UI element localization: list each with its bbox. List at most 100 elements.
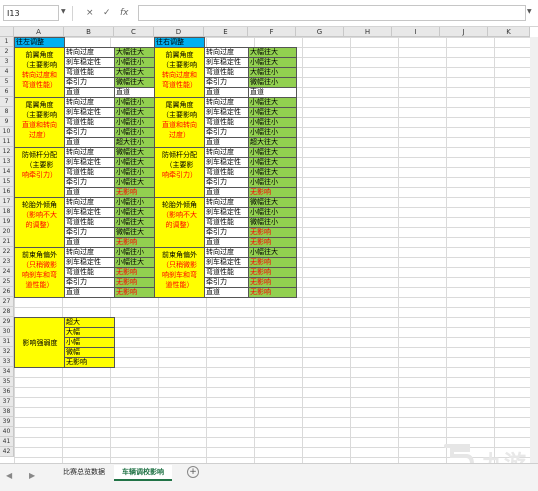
legend-level-cell[interactable]: 无影响 — [64, 357, 115, 368]
setting-title-line: 防倾杆分配 — [22, 151, 57, 159]
row-header[interactable]: 9 — [0, 117, 14, 127]
row-header[interactable]: 12 — [0, 147, 14, 157]
row-header[interactable]: 31 — [0, 337, 14, 347]
next-sheet-icon[interactable]: ▶ — [29, 471, 35, 480]
row-header[interactable]: 40 — [0, 427, 14, 437]
left-setting-cell[interactable]: 轮胎外倾角 （影响不大 的调整） — [14, 197, 65, 248]
right-setting-cell[interactable]: 防倾杆分配 （主要影 响牵引力） — [154, 147, 205, 198]
row-header[interactable]: 34 — [0, 367, 14, 377]
row-header[interactable]: 28 — [0, 307, 14, 317]
setting-title-line: 前束角偏外 — [162, 251, 197, 259]
setting-effect-line: 转向过度和 — [22, 71, 57, 79]
spreadsheet-grid[interactable]: ABCDEFGHIJK 1 2 3 4 5 6 7 8 9 10 11 12 13 14 15 16 17 18 1… — [0, 27, 538, 463]
item-cell[interactable]: 直道 — [204, 287, 249, 298]
row-header[interactable]: 11 — [0, 137, 14, 147]
setting-effect-line: 响牵引力） — [22, 171, 57, 179]
row-header[interactable]: 24 — [0, 267, 14, 277]
setting-effect-line: 直道和转向 — [162, 121, 197, 129]
row-header[interactable]: 35 — [0, 377, 14, 387]
right-setting-cell[interactable]: 尾翼角度 （主要影响 直道和转向 过度） — [154, 97, 205, 148]
name-box[interactable]: I13 — [3, 5, 59, 21]
insert-function-button[interactable]: fx — [120, 7, 129, 19]
row-header[interactable]: 17 — [0, 197, 14, 207]
row-header[interactable]: 18 — [0, 207, 14, 217]
column-header[interactable]: A — [14, 27, 64, 37]
formula-bar-divider — [72, 6, 73, 21]
setting-effect-line: 的调整） — [165, 221, 194, 229]
right-setting-cell[interactable]: 轮胎外倾角 （影响不大的调整） — [154, 197, 205, 248]
column-header[interactable]: H — [344, 27, 392, 37]
setting-title-line: 尾翼角度 — [165, 101, 194, 109]
left-setting-cell[interactable]: 前翼角度 （主要影响 转向过度和 弯道性能） — [14, 47, 65, 98]
row-header[interactable]: 10 — [0, 127, 14, 137]
row-header[interactable]: 42 — [0, 447, 14, 457]
setting-effect-line: 响刹车和弯 — [162, 271, 197, 279]
row-header[interactable]: 38 — [0, 407, 14, 417]
left-value-cell[interactable]: 无影响 — [114, 287, 155, 298]
formula-input[interactable] — [138, 5, 526, 21]
row-header[interactable]: 14 — [0, 167, 14, 177]
row-header[interactable]: 41 — [0, 437, 14, 447]
column-header[interactable]: G — [296, 27, 344, 37]
setting-effect-line: 弯道性能） — [22, 81, 57, 89]
row-header[interactable]: 37 — [0, 397, 14, 407]
cancel-icon[interactable]: × — [86, 7, 94, 19]
setting-title-line: （主要影响 — [22, 111, 57, 119]
column-header[interactable]: B — [64, 27, 114, 37]
row-header[interactable]: 39 — [0, 417, 14, 427]
column-header[interactable]: D — [154, 27, 204, 37]
row-header[interactable]: 32 — [0, 347, 14, 357]
row-header[interactable]: 19 — [0, 217, 14, 227]
select-all-corner[interactable] — [0, 27, 14, 37]
row-header[interactable]: 8 — [0, 107, 14, 117]
row-header[interactable]: 1 — [0, 37, 14, 47]
sheet-tab-tuning[interactable]: 车辆调校影响 — [114, 465, 172, 481]
setting-title-line: （主要影响 — [22, 61, 57, 69]
formula-expand-icon[interactable]: ▼ — [527, 8, 532, 15]
add-sheet-icon[interactable]: + — [187, 466, 199, 478]
column-header[interactable]: I — [392, 27, 440, 37]
row-header[interactable]: 23 — [0, 257, 14, 267]
row-header[interactable]: 22 — [0, 247, 14, 257]
row-header[interactable]: 13 — [0, 157, 14, 167]
row-header[interactable]: 21 — [0, 237, 14, 247]
column-header[interactable]: F — [248, 27, 296, 37]
enter-icon[interactable]: ✓ — [103, 7, 111, 19]
setting-effect-line: （影响不大 — [162, 211, 197, 219]
row-header[interactable]: 16 — [0, 187, 14, 197]
right-value-cell[interactable]: 无影响 — [248, 287, 297, 298]
sheet-tab-overview[interactable]: 比赛总览数据 — [57, 465, 111, 479]
row-header[interactable]: 4 — [0, 67, 14, 77]
legend-label-cell[interactable]: 影响强弱度 — [14, 317, 65, 368]
left-setting-cell[interactable]: 尾翼角度 （主要影响 直道和转向 过度） — [14, 97, 65, 148]
row-header[interactable]: 25 — [0, 277, 14, 287]
row-header[interactable]: 5 — [0, 77, 14, 87]
column-header[interactable]: K — [488, 27, 530, 37]
right-setting-cell[interactable]: 前束角偏外 （只稍微影 响刹车和弯 道性能） — [154, 247, 205, 298]
name-box-dropdown-icon[interactable]: ▼ — [61, 8, 66, 15]
prev-sheet-icon[interactable]: ◀ — [6, 471, 12, 480]
sheet-tab-bar: ◀ ▶ 比赛总览数据 车辆调校影响 + — [0, 463, 538, 491]
row-header[interactable]: 7 — [0, 97, 14, 107]
item-cell[interactable]: 直道 — [64, 287, 115, 298]
row-header[interactable]: 36 — [0, 387, 14, 397]
row-header[interactable]: 3 — [0, 57, 14, 67]
left-setting-cell[interactable]: 防倾杆分配 （主要影 响牵引力） — [14, 147, 65, 198]
vertical-scrollbar[interactable] — [530, 37, 538, 463]
row-header[interactable]: 33 — [0, 357, 14, 367]
row-header[interactable]: 6 — [0, 87, 14, 97]
row-header[interactable]: 30 — [0, 327, 14, 337]
right-setting-cell[interactable]: 前翼角度 （主要影响 转向过度和 弯道性能） — [154, 47, 205, 98]
row-header[interactable]: 27 — [0, 297, 14, 307]
row-header[interactable]: 2 — [0, 47, 14, 57]
setting-effect-line: 响牵引力） — [162, 171, 197, 179]
row-header[interactable]: 20 — [0, 227, 14, 237]
row-header[interactable]: 29 — [0, 317, 14, 327]
column-header[interactable]: E — [204, 27, 248, 37]
column-header[interactable]: C — [114, 27, 154, 37]
row-header[interactable]: 26 — [0, 287, 14, 297]
column-header[interactable]: J — [440, 27, 488, 37]
row-header[interactable]: 15 — [0, 177, 14, 187]
setting-title-line: 轮胎外倾角 — [162, 201, 197, 209]
left-setting-cell[interactable]: 前束角偏外 （只稍微影 响刹车和弯 道性能） — [14, 247, 65, 298]
